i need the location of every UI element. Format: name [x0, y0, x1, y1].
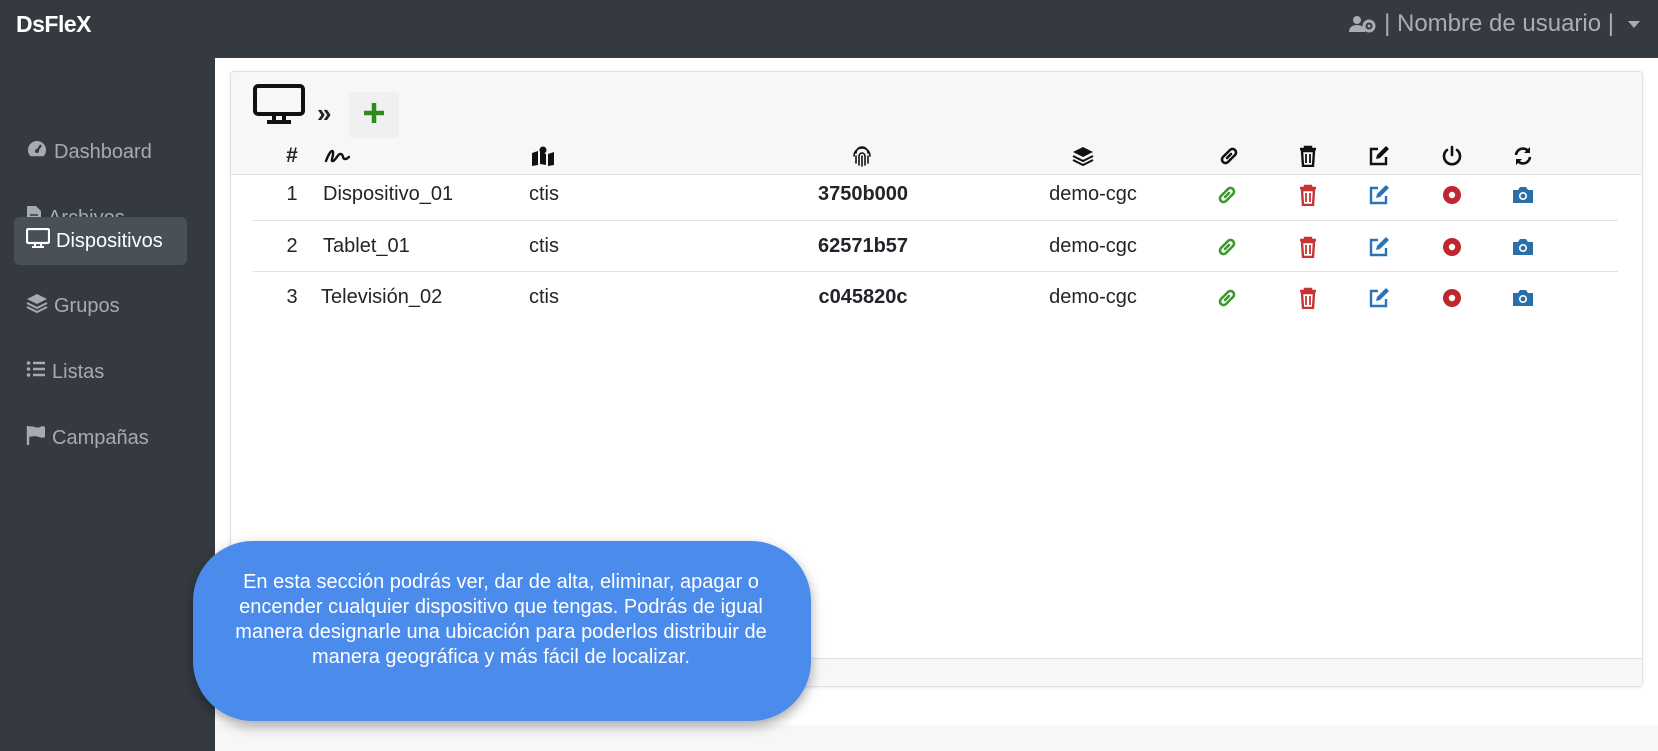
edit-icon[interactable] [1365, 221, 1393, 272]
record-icon[interactable] [1438, 169, 1466, 220]
record-icon[interactable] [1438, 272, 1466, 323]
column-header-index: # [286, 144, 298, 167]
top-navbar: DsFleX | Nombre de usuario | [0, 0, 1658, 56]
help-tooltip: En esta sección podrás ver, dar de alta,… [193, 541, 811, 721]
edit-icon [1365, 142, 1393, 170]
device-id: c045820c [818, 286, 908, 308]
table-row[interactable]: 2 Tablet_01 ctis 62571b57 demo-cgc [253, 220, 1618, 271]
add-device-button[interactable] [349, 92, 399, 138]
sidebar-nav: Dashboard Archivos Dispositivos Grupos L… [0, 56, 215, 751]
users-cog-icon [1348, 14, 1376, 34]
sidebar-item-dashboard[interactable]: Dashboard [14, 128, 187, 176]
table-row[interactable]: 3 Televisión_02 ctis c045820c demo-cgc [253, 271, 1618, 322]
device-id: 62571b57 [817, 235, 909, 257]
camera-icon[interactable] [1509, 169, 1537, 220]
sidebar-item-listas[interactable]: Listas [14, 348, 187, 396]
sync-icon [1509, 142, 1537, 170]
device-group: demo-cgc [1049, 235, 1137, 257]
device-group: demo-cgc [1049, 183, 1137, 205]
link-icon[interactable] [1213, 272, 1241, 323]
desktop-icon [25, 227, 51, 254]
power-icon [1438, 142, 1466, 170]
table-row[interactable]: 1 Dispositivo_01 ctis 3750b000 demo-cgc [253, 169, 1618, 220]
sidebar-item-label: Campañas [52, 426, 149, 449]
sidebar-item-label: Grupos [54, 294, 120, 317]
flag-icon [26, 425, 46, 451]
desktop-icon [253, 84, 305, 129]
device-id: 3750b000 [817, 183, 909, 205]
layers-icon [1069, 142, 1097, 170]
user-name-label[interactable]: | Nombre de usuario | [1384, 10, 1614, 38]
chevron-down-icon[interactable] [1628, 20, 1640, 28]
map-marked-icon [529, 142, 557, 170]
card-header: » # [231, 72, 1642, 175]
row-index: 2 [286, 235, 298, 257]
record-icon[interactable] [1438, 221, 1466, 272]
device-name: Dispositivo_01 [323, 183, 454, 205]
fingerprint-icon [848, 142, 876, 170]
trash-icon[interactable] [1294, 221, 1322, 272]
sidebar-item-label: Dispositivos [56, 229, 163, 252]
device-location: ctis [529, 235, 559, 257]
trash-icon [1294, 142, 1322, 170]
edit-icon[interactable] [1365, 169, 1393, 220]
camera-icon[interactable] [1509, 221, 1537, 272]
link-icon[interactable] [1213, 169, 1241, 220]
device-group: demo-cgc [1049, 286, 1137, 308]
sidebar-item-label: Dashboard [54, 140, 152, 163]
signature-icon [323, 142, 351, 170]
breadcrumb-separator: » [317, 98, 332, 128]
device-name: Televisión_02 [321, 286, 443, 308]
sidebar-item-label: Listas [52, 360, 105, 383]
device-location: ctis [529, 183, 559, 205]
trash-icon[interactable] [1294, 272, 1322, 323]
sidebar-item-dispositivos[interactable]: Dispositivos [14, 217, 187, 265]
tachometer-icon [26, 139, 48, 165]
page-footer-strip [215, 725, 1658, 751]
edit-icon[interactable] [1365, 272, 1393, 323]
device-location: ctis [529, 286, 559, 308]
row-index: 1 [286, 183, 298, 205]
sidebar-item-campanas[interactable]: Campañas [14, 414, 187, 462]
list-icon [26, 360, 46, 384]
layers-icon [26, 293, 48, 319]
device-name: Tablet_01 [323, 235, 410, 257]
link-icon [1215, 142, 1243, 170]
user-menu[interactable]: | Nombre de usuario | [1348, 10, 1640, 38]
trash-icon[interactable] [1294, 169, 1322, 220]
camera-icon[interactable] [1509, 272, 1537, 323]
sidebar-item-grupos[interactable]: Grupos [14, 282, 187, 330]
brand-logo[interactable]: DsFleX [16, 11, 91, 38]
row-index: 3 [286, 286, 298, 308]
plus-icon [362, 101, 386, 130]
link-icon[interactable] [1213, 221, 1241, 272]
